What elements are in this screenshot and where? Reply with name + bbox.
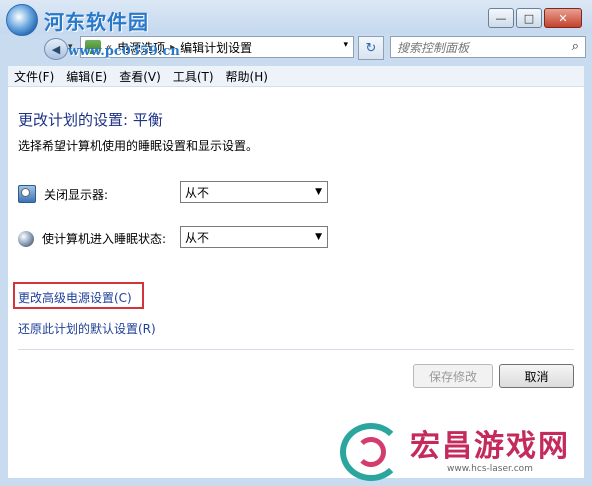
cancel-button[interactable]: 取消 (499, 364, 574, 388)
menu-edit[interactable]: 编辑(E) (60, 68, 113, 85)
address-dropdown-icon[interactable]: ▾ (343, 40, 348, 50)
footer-watermark: 宏昌游戏网 www.hcs-laser.com (340, 418, 592, 486)
menu-view[interactable]: 查看(V) (113, 68, 167, 85)
sleep-select[interactable]: 从不 ▼ (180, 226, 328, 248)
divider (18, 349, 574, 350)
advanced-power-settings-link[interactable]: 更改高级电源设置(C) (18, 289, 132, 306)
save-changes-button[interactable]: 保存修改 (413, 364, 493, 388)
back-arrow-icon: ◀ (51, 42, 61, 56)
page-description: 选择希望计算机使用的睡眠设置和显示设置。 (18, 139, 259, 153)
footer-brand: 宏昌游戏网 www.hcs-laser.com (410, 429, 570, 475)
close-button[interactable]: ✕ (544, 8, 582, 28)
chevron-down-icon: ▼ (315, 187, 322, 197)
display-off-select[interactable]: 从不 ▼ (180, 181, 328, 203)
display-off-setting: 关闭显示器: (18, 185, 108, 203)
back-button[interactable]: ◀ (44, 38, 68, 60)
menu-tools[interactable]: 工具(T) (167, 68, 220, 85)
display-icon (18, 185, 36, 203)
sleep-value: 从不 (185, 230, 210, 245)
menu-help[interactable]: 帮助(H) (220, 68, 274, 85)
dragon-logo-icon (340, 423, 402, 481)
watermark-logo: 河东软件园 (6, 4, 149, 36)
display-off-value: 从不 (185, 185, 210, 200)
minimize-button[interactable]: — (488, 8, 514, 28)
watermark-emblem-icon (6, 4, 38, 36)
display-off-label: 关闭显示器: (44, 187, 109, 202)
title-bar: 河东软件园 — □ ✕ (0, 0, 592, 36)
search-icon[interactable]: ⌕ (572, 39, 579, 54)
watermark-site-name: 河东软件园 (44, 9, 149, 34)
maximize-button[interactable]: □ (516, 8, 542, 28)
footer-brand-name: 宏昌游戏网 (410, 429, 570, 464)
menu-file[interactable]: 文件(F) (8, 68, 60, 85)
restore-defaults-link[interactable]: 还原此计划的默认设置(R) (18, 320, 156, 337)
control-panel-window: 河东软件园 — □ ✕ www.pc0359.cn ◀ ▾ « 电源选项 ▸ 编… (0, 0, 592, 486)
search-box[interactable]: ⌕ (390, 36, 586, 58)
search-input[interactable] (391, 39, 563, 57)
menu-bar: 文件(F) 编辑(E) 查看(V) 工具(T) 帮助(H) (8, 66, 584, 87)
sleep-setting: 使计算机进入睡眠状态: (18, 230, 166, 247)
chevron-down-icon: ▼ (315, 232, 322, 242)
sleep-label: 使计算机进入睡眠状态: (42, 232, 167, 246)
refresh-button[interactable]: ↻ (358, 36, 384, 60)
sleep-icon (18, 230, 34, 247)
window-controls: — □ ✕ (486, 8, 582, 28)
footer-brand-url: www.hcs-laser.com (447, 464, 533, 474)
page-title: 更改计划的设置: 平衡 (18, 111, 163, 129)
breadcrumb-edit-plan[interactable]: 编辑计划设置 (180, 39, 252, 56)
refresh-icon: ↻ (365, 40, 377, 56)
watermark-url: www.pc0359.cn (68, 44, 180, 59)
